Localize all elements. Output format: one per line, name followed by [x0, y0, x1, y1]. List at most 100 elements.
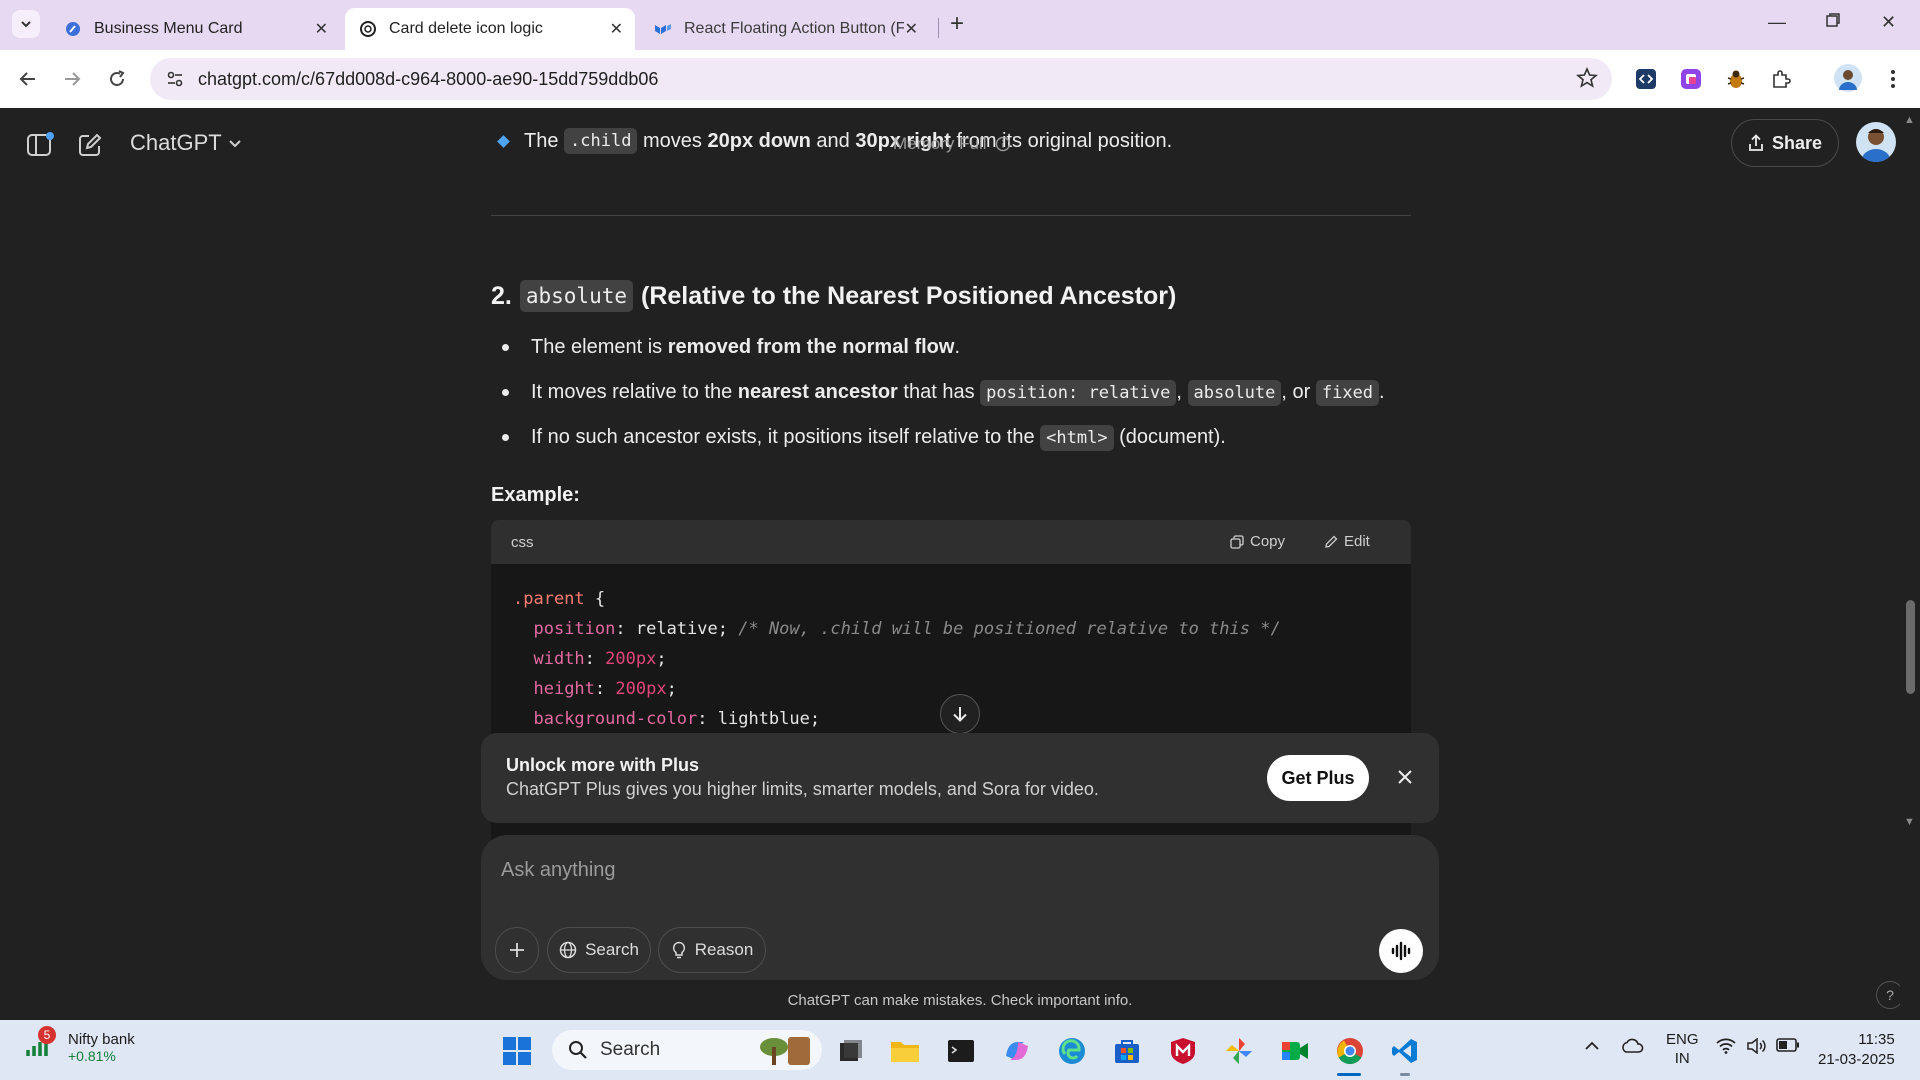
tab-react-floating-action-button[interactable]: React Floating Action Button (F/ ✕ [640, 8, 930, 50]
back-arrow-icon[interactable] [12, 63, 44, 95]
page-scrollbar[interactable]: ▲ ▼ [1900, 108, 1920, 1020]
scroll-up-arrow-icon[interactable]: ▲ [1904, 114, 1915, 126]
active-app-indicator [1337, 1073, 1361, 1076]
edge-browser-icon[interactable] [1055, 1034, 1089, 1068]
reason-button[interactable]: Reason [658, 927, 766, 973]
microsoft-store-icon[interactable] [1110, 1034, 1144, 1068]
chrome-icon[interactable] [1333, 1034, 1367, 1068]
battery-icon[interactable] [1776, 1038, 1800, 1056]
share-button[interactable]: Share [1731, 119, 1839, 167]
heading-number: 2. [491, 281, 512, 310]
scrollbar-thumb[interactable] [1906, 600, 1915, 694]
close-tab-icon[interactable]: ✕ [610, 19, 623, 39]
window-close-icon[interactable]: ✕ [1881, 12, 1896, 33]
memory-status-text: Memory Full [893, 134, 987, 153]
system-clock[interactable]: 11:35 21-03-2025 [1818, 1030, 1895, 1070]
code-token: { [584, 589, 606, 609]
tab-search-button[interactable] [12, 10, 40, 38]
code-token: height [533, 679, 595, 699]
code-token: background-color [533, 709, 698, 729]
photos-pinwheel-icon[interactable] [1222, 1034, 1256, 1068]
code-token: position [533, 619, 616, 639]
tab-separator [938, 18, 939, 38]
code-comment: /* Now, .child will be positioned relati… [738, 619, 1281, 639]
share-label: Share [1771, 132, 1823, 153]
copy-button[interactable]: Copy [1230, 533, 1285, 550]
copilot-icon[interactable] [1000, 1034, 1034, 1068]
model-name: ChatGPT [130, 130, 222, 155]
minimize-icon[interactable]: — [1768, 12, 1786, 33]
scroll-down-arrow-icon[interactable]: ▼ [1904, 816, 1915, 828]
tab-business-menu-card[interactable]: Business Menu Card ✕ [50, 8, 340, 50]
close-icon[interactable] [1391, 763, 1419, 791]
stock-widget[interactable]: 5 Nifty bank +0.81% [24, 1026, 135, 1064]
upsell-title: Unlock more with Plus [506, 755, 700, 775]
new-chat-icon[interactable] [75, 130, 105, 160]
scroll-to-bottom-button[interactable] [940, 694, 980, 734]
tab-title: Card delete icon logic [389, 20, 543, 37]
model-selector[interactable]: ChatGPT [130, 130, 242, 156]
sidebar-toggle-icon[interactable] [25, 130, 55, 160]
plus-icon [510, 943, 524, 957]
lightbulb-icon [672, 941, 685, 959]
list-item: If no such ancestor exists, it positions… [491, 424, 1385, 469]
meet-video-icon[interactable] [1278, 1034, 1312, 1068]
app-header: ChatGPT Memory Full Share [0, 108, 1920, 178]
volume-icon[interactable] [1746, 1037, 1766, 1058]
vscode-icon[interactable] [1388, 1034, 1422, 1068]
wifi-icon[interactable] [1716, 1038, 1736, 1058]
edit-label: Edit [1344, 533, 1370, 550]
plus-upsell-banner: Unlock more with Plus ChatGPT Plus gives… [481, 733, 1439, 823]
language-indicator[interactable]: ENG IN [1666, 1030, 1699, 1068]
tab-card-delete-icon-logic[interactable]: Card delete icon logic ✕ [345, 8, 635, 50]
reload-icon[interactable] [101, 63, 133, 95]
site-info-icon[interactable] [164, 68, 186, 90]
terminal-icon[interactable] [944, 1034, 978, 1068]
widget-value: +0.81% [68, 1047, 116, 1064]
openai-favicon-icon [359, 20, 377, 38]
new-tab-plus-icon[interactable]: + [950, 12, 964, 36]
profile-avatar[interactable] [1834, 64, 1862, 92]
forward-arrow-icon[interactable] [56, 63, 88, 95]
list-item: The element is removed from the normal f… [491, 334, 1385, 379]
show-hidden-icons-chevron-icon[interactable] [1584, 1038, 1600, 1058]
bookmark-star-icon[interactable] [1575, 66, 1599, 94]
edit-button[interactable]: Edit [1324, 533, 1370, 550]
user-avatar[interactable] [1856, 122, 1896, 162]
attach-button[interactable] [495, 927, 539, 973]
file-explorer-icon[interactable] [888, 1034, 922, 1068]
purple-extension-icon[interactable] [1678, 66, 1704, 92]
voice-mode-button[interactable] [1379, 929, 1423, 973]
memory-status[interactable]: Memory Full [893, 134, 1011, 154]
get-plus-button[interactable]: Get Plus [1267, 755, 1369, 801]
restore-icon[interactable] [1825, 12, 1841, 33]
start-windows-icon[interactable] [500, 1034, 534, 1068]
search-button[interactable]: Search [547, 927, 651, 973]
extensions-puzzle-icon[interactable] [1768, 66, 1794, 92]
tab-title: React Floating Action Button (F/ [684, 20, 904, 37]
search-label: Search [600, 1039, 661, 1060]
copy-label: Copy [1250, 533, 1286, 550]
clock-date: 21-03-2025 [1818, 1051, 1895, 1068]
address-bar[interactable]: chatgpt.com/c/67dd008d-c964-8000-ae90-15… [150, 58, 1612, 100]
code-token: relative; [635, 619, 728, 639]
code-token: lightblue; [717, 709, 821, 729]
widget-title: Nifty bank [68, 1030, 135, 1048]
more-menu-icon[interactable] [1880, 66, 1906, 92]
mcafee-icon[interactable] [1166, 1034, 1200, 1068]
close-tab-icon[interactable]: ✕ [905, 19, 918, 39]
widget-text: Nifty bank +0.81% [68, 1031, 135, 1064]
mui-favicon-icon [654, 20, 672, 38]
close-tab-icon[interactable]: ✕ [315, 19, 328, 39]
code-block-header: css Copy Edit [491, 520, 1411, 564]
taskbar-search[interactable]: Search [552, 1030, 822, 1070]
bug-extension-icon[interactable] [1723, 66, 1749, 92]
code-extension-icon[interactable] [1633, 66, 1659, 92]
edit-favicon-icon [64, 20, 82, 38]
onedrive-cloud-icon[interactable] [1620, 1038, 1644, 1058]
disclaimer-text: ChatGPT can make mistakes. Check importa… [787, 992, 1133, 1009]
notification-badge: 5 [38, 1026, 56, 1044]
prompt-input[interactable]: Ask anything [501, 859, 616, 882]
url-text: chatgpt.com/c/67dd008d-c964-8000-ae90-15… [198, 68, 659, 89]
task-view-icon[interactable] [834, 1034, 868, 1068]
